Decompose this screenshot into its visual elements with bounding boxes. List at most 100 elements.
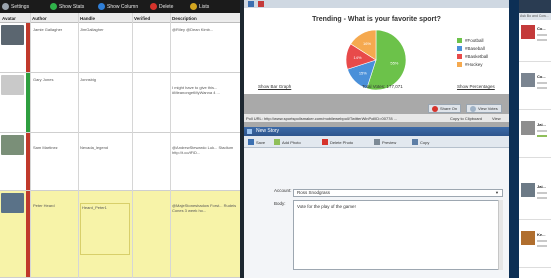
close-icon[interactable] [258,1,264,7]
lists-icon [190,3,197,10]
author-cell: Sam Martinez [33,145,58,150]
toolbar-lists-button[interactable]: Lists [190,2,209,11]
column-header-author[interactable]: Author [32,16,47,21]
legend-item: #Football [457,36,488,44]
poll-action-row: Share On View Votes [244,102,509,114]
save-icon[interactable] [248,1,254,7]
handle-cell: JimGallagher [80,27,104,32]
save-story-button[interactable]: Save [248,138,265,146]
save-icon [248,139,254,145]
button-label: Preview [382,139,397,145]
feed-item[interactable]: Jai... [519,180,551,220]
feed-title: Co... [537,74,546,79]
preview-button[interactable]: Preview [374,138,396,146]
table-row[interactable]: Sam Martinez Nevada_legend @AndrewStewar… [0,133,240,191]
legend-swatch [457,45,462,51]
account-value: Ross Snodgrass [297,190,331,195]
pie-slice-label: 14% [354,55,362,60]
view-link[interactable]: View [492,116,501,121]
feed-title: Jai... [537,184,546,189]
toolbar-delete-button[interactable]: Delete [150,2,173,11]
feed-item[interactable]: Jai... [519,118,551,158]
screen: Settings Show Stats Show Column Delete L… [0,0,551,278]
account-label: Account: [274,188,292,193]
column-header-description[interactable]: Description [172,16,197,21]
feed-item[interactable]: Co... [519,22,551,62]
legend-swatch [457,53,462,59]
feed-item[interactable]: Co... [519,70,551,110]
toolbar-show-stats-button[interactable]: Show Stats [50,2,84,11]
poll-window: Trending - What is your favorite sport? … [244,0,509,278]
column-header-verified[interactable]: Verified [134,16,150,21]
delete-photo-button[interactable]: Delete Photo [322,138,353,146]
add-photo-button[interactable]: Add Photo [274,138,301,146]
legend-item: #Baseball [457,44,488,52]
feed-title: Co... [537,26,546,31]
toolbar-label: Show Column [107,3,139,10]
share-icon [432,105,438,112]
feed-item[interactable]: Ke... [519,228,551,268]
legend-item: #Basketball [457,52,488,60]
feed-thumbnail [521,183,535,197]
button-label: Delete Photo [330,139,354,145]
column-divider [78,13,79,278]
poll-url: Poll URL: http://www.sportspollsmaker.co… [246,116,398,121]
total-votes-label: Total Votes: 177,071 [362,84,403,89]
toolbar-show-column-button[interactable]: Show Column [98,2,138,11]
column-divider [132,13,133,278]
pie-slice-label: 55% [390,60,398,65]
show-percentages-link[interactable]: Show Percentages [457,84,495,89]
copy-to-clipboard-link[interactable]: Copy to Clipboard [450,116,482,121]
handle-cell[interactable]: Heard_Peter1 [80,203,130,255]
copy-button[interactable]: Copy [412,138,429,146]
legend-label: #Basketball [465,53,489,59]
toolbar-label: Lists [199,3,210,10]
column-header-handle[interactable]: Handle [80,16,95,21]
delete-icon [322,139,328,145]
right-feed-subtitle: Ask Bo and Cow... [519,13,551,20]
legend-swatch [457,37,462,43]
author-cell: Jamie Gallagher [33,27,63,32]
description-cell: I might have to give this... #MeanongetM… [172,85,220,95]
legend-label: #Baseball [465,45,485,51]
column-icon [98,3,105,10]
legend-label: #Football [465,37,484,43]
show-bar-graph-link[interactable]: Show Bar Graph [258,84,291,89]
body-scrollbar[interactable] [498,200,503,270]
right-feed-header [519,0,551,13]
column-divider [30,13,31,278]
delete-icon [150,3,157,10]
share-on-button[interactable]: Share On [428,104,462,113]
table-row[interactable]: Gary Jones Jonnsbig I might have to give… [0,73,240,133]
description-cell: @AndrewStewardo Luk... Stadium http://t.… [172,145,234,155]
avatar [1,135,24,155]
description-cell: @MajeStoneshadow Forst... Rudeis Cones 3… [172,203,237,213]
view-votes-label: View Votes [478,106,498,111]
preview-icon [374,139,380,145]
table-row-selected[interactable]: Peter Heard Heard_Peter1 @MajeStoneshado… [0,191,240,278]
pie-slice-label: 15% [359,71,367,76]
feed-title: Jai... [537,122,546,127]
table-row[interactable]: Jamie Gallagher JimGallagher @Riley @Dea… [0,23,240,73]
toolbar-settings-button[interactable]: Settings [2,2,29,11]
author-cell: Peter Heard [33,203,55,208]
photo-icon [274,139,280,145]
column-header-avatar[interactable]: Avatar [2,16,16,21]
feed-text-line [537,192,547,194]
avatar [1,193,24,213]
avatar [1,25,24,45]
feed-text-line [537,197,547,199]
feed-text-line [537,135,547,137]
right-feed-panel: Ask Bo and Cow... Co... Co... Jai... Jai… [519,0,551,278]
toolbar-label: Settings [11,3,30,10]
feed-text-line [537,87,547,89]
poll-window-titlebar [244,0,509,8]
body-textarea[interactable]: Vote for the play of the game! [293,200,503,270]
account-select[interactable]: Ross Snodgrass ▼ [293,189,503,197]
column-divider [170,13,171,278]
feed-text-line [537,130,547,132]
body-text: Vote for the play of the game! [297,204,356,209]
stats-icon [50,3,57,10]
description-cell: @Riley @Dean Kimb... [172,27,214,32]
view-votes-button[interactable]: View Votes [466,104,502,113]
